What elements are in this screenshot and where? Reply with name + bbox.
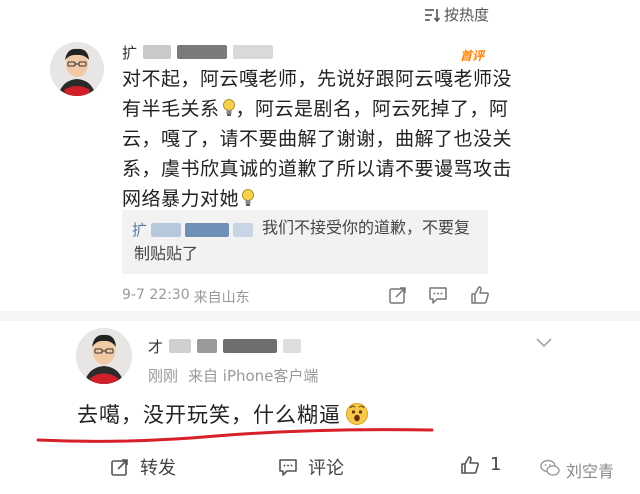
comment-location: 来自山东 [193, 290, 250, 306]
comment-icon[interactable] [428, 285, 448, 305]
sort-list-icon [424, 8, 441, 22]
repost-icon [110, 457, 130, 477]
reply-meta: 刚刚 来自 iPhone客户端 [148, 365, 318, 386]
share-icon[interactable] [388, 285, 408, 305]
quoted-reply[interactable]: 扩 我们不接受你的道歉，不要复制贴贴了 [122, 210, 488, 274]
username-redaction [143, 45, 172, 59]
reply-source: 来自 iPhone客户端 [188, 367, 319, 385]
commenter-avatar[interactable] [50, 42, 104, 96]
sort-label: 按热度 [444, 6, 490, 24]
first-comment-badge: 首评 [460, 49, 485, 63]
username-redaction [177, 45, 228, 59]
repost-button[interactable]: 转发 [110, 454, 176, 480]
watermark-label: 刘空青 [566, 462, 615, 481]
username-redaction [233, 45, 274, 59]
weibo-comment-screenshot: 按热度 扩 首评 对不起，阿云嘎老师，先说好跟阿云嘎老师没有半毛关系 ，阿云是剧名… [0, 0, 640, 494]
sort-by-hot-button[interactable]: 按热度 [424, 4, 489, 25]
section-divider [0, 311, 640, 321]
wechat-icon [540, 459, 560, 481]
watermark: 刘空青 [540, 458, 614, 482]
chevron-down-icon[interactable] [535, 334, 553, 348]
reply-username[interactable]: 才 [148, 337, 302, 356]
quoted-reply-text: 我们不接受你的道歉，不要复制贴贴了 [134, 218, 471, 263]
comment-button[interactable]: 评论 [278, 454, 344, 480]
comment-label: 评论 [308, 458, 344, 479]
commenter-username[interactable]: 扩 [122, 43, 274, 62]
username-redaction [169, 339, 192, 353]
like-count: 1 [490, 454, 502, 475]
lightbulb-emoji-icon [222, 96, 236, 116]
reply-avatar[interactable] [76, 328, 132, 384]
username-redaction [283, 339, 302, 353]
like-icon[interactable] [470, 285, 490, 305]
commenter-username-visible: 扩 [122, 43, 138, 62]
comment-timestamp: 9-7 22:30 [122, 287, 190, 303]
reply-time: 刚刚 [148, 367, 179, 385]
like-button[interactable]: 1 [460, 454, 501, 475]
username-redaction [197, 339, 218, 353]
comment-icon [278, 457, 298, 477]
reply-username-visible: 才 [148, 337, 164, 356]
lightbulb-emoji-icon [241, 186, 255, 206]
repost-label: 转发 [140, 458, 176, 479]
thumbs-up-icon [460, 455, 480, 475]
red-underline-annotation [36, 428, 434, 443]
comment-meta: 9-7 22:30 来自山东 [122, 287, 250, 307]
username-redaction [223, 339, 278, 353]
comment-body: 对不起，阿云嘎老师，先说好跟阿云嘎老师没有半毛关系 ，阿云是剧名，阿云死掉了，阿云… [122, 64, 512, 214]
